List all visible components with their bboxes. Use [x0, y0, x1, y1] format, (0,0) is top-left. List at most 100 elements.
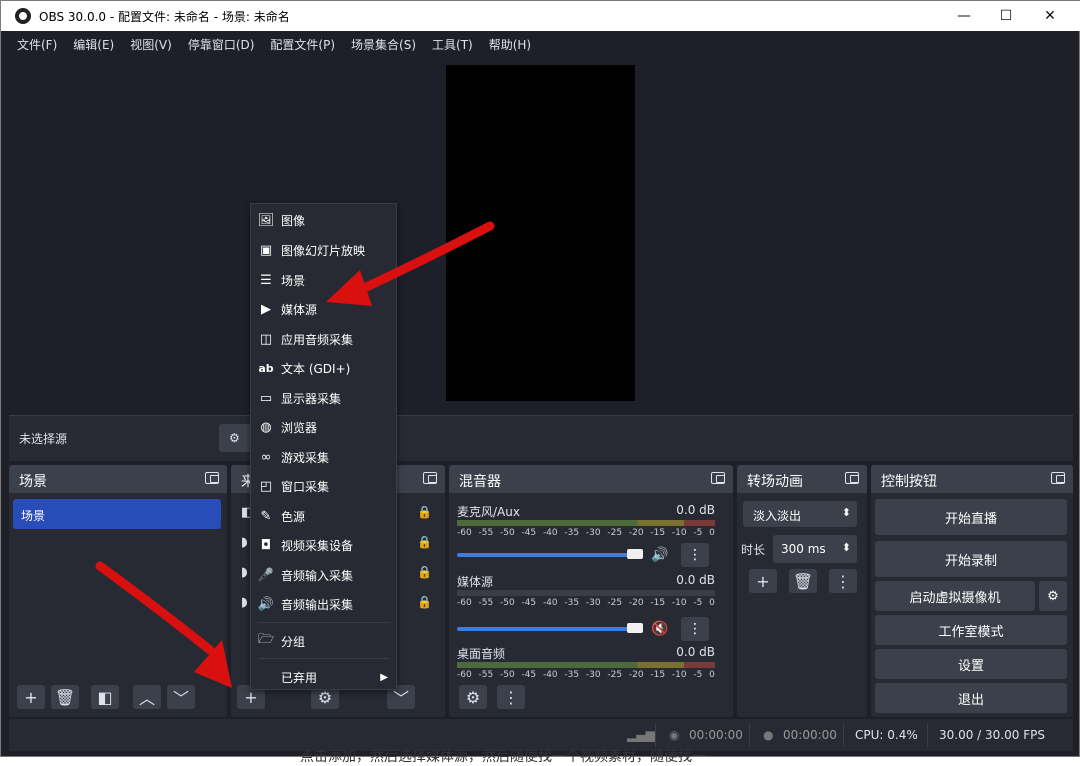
- move-scene-up-button[interactable]: ︿: [133, 685, 161, 709]
- add-scene-button[interactable]: +: [17, 685, 45, 709]
- duration-spinbox[interactable]: 300 ms ⬍: [773, 535, 857, 563]
- menu-item-display-capture[interactable]: ▭ 显示器采集: [251, 385, 396, 411]
- menu-item-image-slideshow[interactable]: ▣ 图像幻灯片放映: [251, 237, 396, 263]
- menu-item-video-capture-device[interactable]: ◘ 视频采集设备: [251, 532, 396, 558]
- menu-item-media-source[interactable]: ▶ 媒体源: [251, 296, 396, 322]
- volume-slider-handle[interactable]: [627, 623, 643, 633]
- menu-item-window-capture[interactable]: ◰ 窗口采集: [251, 473, 396, 499]
- minimize-button[interactable]: —: [941, 1, 987, 31]
- transition-select[interactable]: 淡入淡出 ⬍: [743, 501, 857, 527]
- gamepad-icon: ∞: [260, 449, 272, 465]
- menu-item-color-source[interactable]: ✎ 色源: [251, 503, 396, 529]
- chevron-up-icon: ︿: [138, 689, 155, 708]
- scenes-dock-title: 场景: [19, 474, 47, 490]
- source-item-icon: ◗: [241, 565, 248, 580]
- trash-icon: 🗑: [792, 571, 814, 591]
- spin-arrows-icon: ⬍: [841, 541, 851, 554]
- controls-dock-title: 控制按钮: [881, 474, 937, 490]
- window-icon: ◰: [259, 478, 273, 494]
- plus-icon: +: [244, 687, 258, 707]
- transition-menu-button[interactable]: ⋮: [829, 569, 857, 593]
- menu-item-audio-input[interactable]: 🎤 音频输入采集: [251, 562, 396, 588]
- scene-filters-button[interactable]: ◧: [91, 685, 119, 709]
- undock-icon[interactable]: [205, 472, 219, 484]
- menu-tools[interactable]: 工具(T): [432, 36, 473, 53]
- obs-logo-icon: [15, 8, 31, 24]
- start-streaming-button[interactable]: 开始直播: [875, 499, 1067, 535]
- volume-slider[interactable]: [457, 627, 629, 631]
- undock-icon[interactable]: [423, 472, 437, 484]
- monitor-icon: ▭: [259, 390, 273, 406]
- menu-edit[interactable]: 编辑(E): [73, 36, 114, 53]
- move-scene-down-button[interactable]: ﹀: [167, 685, 195, 709]
- undock-icon[interactable]: [711, 472, 725, 484]
- menu-item-app-audio[interactable]: ◫ 应用音频采集: [251, 326, 396, 352]
- menu-file[interactable]: 文件(F): [17, 36, 57, 53]
- scenes-dock-header: 场景: [9, 465, 227, 493]
- network-signal-icon: ▂▄▆: [627, 728, 655, 742]
- menu-item-group[interactable]: 🗁 分组: [251, 628, 396, 654]
- scene-list-item[interactable]: 场景: [13, 499, 221, 529]
- volume-meter: [457, 662, 715, 668]
- gear-icon: ⚙: [317, 687, 333, 707]
- lock-icon[interactable]: 🔒: [417, 595, 432, 609]
- menu-profile[interactable]: 配置文件(P): [270, 36, 335, 53]
- lock-icon[interactable]: 🔒: [417, 535, 432, 549]
- channel-menu-button[interactable]: ⋮: [681, 543, 709, 567]
- menu-item-image[interactable]: 🖼 图像: [251, 207, 396, 233]
- volume-slider-handle[interactable]: [627, 549, 643, 559]
- list-icon: ☰: [260, 272, 272, 288]
- speaker-icon[interactable]: 🔊: [651, 547, 668, 563]
- maximize-button[interactable]: ☐: [983, 1, 1029, 31]
- menu-item-game-capture[interactable]: ∞ 游戏采集: [251, 444, 396, 470]
- window-title: OBS 30.0.0 - 配置文件: 未命名 - 场景: 未命名: [39, 9, 290, 24]
- volume-slider[interactable]: [457, 553, 629, 557]
- controls-dock-header: 控制按钮: [871, 465, 1073, 493]
- channel-db: 0.0 dB: [676, 573, 715, 587]
- muted-speaker-icon[interactable]: 🔇: [651, 621, 668, 637]
- controls-dock: 控制按钮 开始直播 开始录制 启动虚拟摄像机 ⚙ 工作室模式 设置 退出: [871, 465, 1073, 717]
- lock-icon[interactable]: 🔒: [417, 565, 432, 579]
- preview-canvas[interactable]: [446, 65, 635, 401]
- text-icon: ab: [258, 361, 274, 375]
- remove-transition-button[interactable]: 🗑: [789, 569, 817, 593]
- start-virtual-camera-button[interactable]: 启动虚拟摄像机: [875, 581, 1035, 611]
- mixer-settings-button[interactable]: ⚙: [459, 685, 487, 709]
- meter-ticks: -60 -55 -50 -45 -40 -35 -30 -25 -20 -15 -10 -5 0: [457, 670, 715, 680]
- studio-mode-button[interactable]: 工作室模式: [875, 615, 1067, 645]
- mixer-dock: 混音器 麦克风/Aux 0.0 dB -60 -55 -50 -45 -40 -35 -30…: [449, 465, 733, 717]
- transitions-dock: 转场动画 淡入淡出 ⬍ 时长 300 ms ⬍ + 🗑 ⋮: [737, 465, 867, 717]
- menu-docks[interactable]: 停靠窗口(D): [188, 36, 255, 53]
- plus-icon: +: [24, 687, 38, 707]
- menu-item-audio-output[interactable]: 🔊 音频输出采集: [251, 591, 396, 617]
- volume-meter: [457, 520, 715, 526]
- menu-view[interactable]: 视图(V): [130, 36, 172, 53]
- remove-scene-button[interactable]: 🗑: [51, 685, 79, 709]
- menu-item-deprecated[interactable]: 已弃用 ▶: [251, 664, 396, 690]
- menu-item-browser[interactable]: ◍ 浏览器: [251, 414, 396, 440]
- channel-menu-button[interactable]: ⋮: [681, 617, 709, 641]
- gear-icon: ⚙: [1047, 588, 1059, 604]
- lock-icon[interactable]: 🔒: [417, 505, 432, 519]
- add-transition-button[interactable]: +: [749, 569, 777, 593]
- mixer-menu-button[interactable]: ⋮: [497, 685, 525, 709]
- virtual-camera-settings-button[interactable]: ⚙: [1039, 581, 1067, 611]
- menu-item-scene[interactable]: ☰ 场景: [251, 267, 396, 293]
- exit-button[interactable]: 退出: [875, 683, 1067, 713]
- volume-meter: [457, 590, 715, 596]
- undock-icon[interactable]: [1051, 472, 1065, 484]
- transition-select-value: 淡入淡出: [753, 509, 802, 523]
- stream-icon: ◉: [669, 728, 680, 742]
- gears-icon: ⚙: [465, 687, 481, 707]
- close-button[interactable]: ✕: [1027, 1, 1073, 31]
- channel-name: 麦克风/Aux: [457, 505, 520, 519]
- kebab-icon: ⋮: [688, 621, 702, 637]
- menu-help[interactable]: 帮助(H): [489, 36, 531, 53]
- fps-readout: 30.00 / 30.00 FPS: [939, 728, 1045, 742]
- start-recording-button[interactable]: 开始录制: [875, 541, 1067, 577]
- undock-icon[interactable]: [845, 472, 859, 484]
- menu-scene-collection[interactable]: 场景集合(S): [351, 36, 416, 53]
- settings-button[interactable]: 设置: [875, 649, 1067, 679]
- menu-item-text[interactable]: ab 文本 (GDI+): [251, 355, 396, 381]
- kebab-icon: ⋮: [835, 571, 851, 591]
